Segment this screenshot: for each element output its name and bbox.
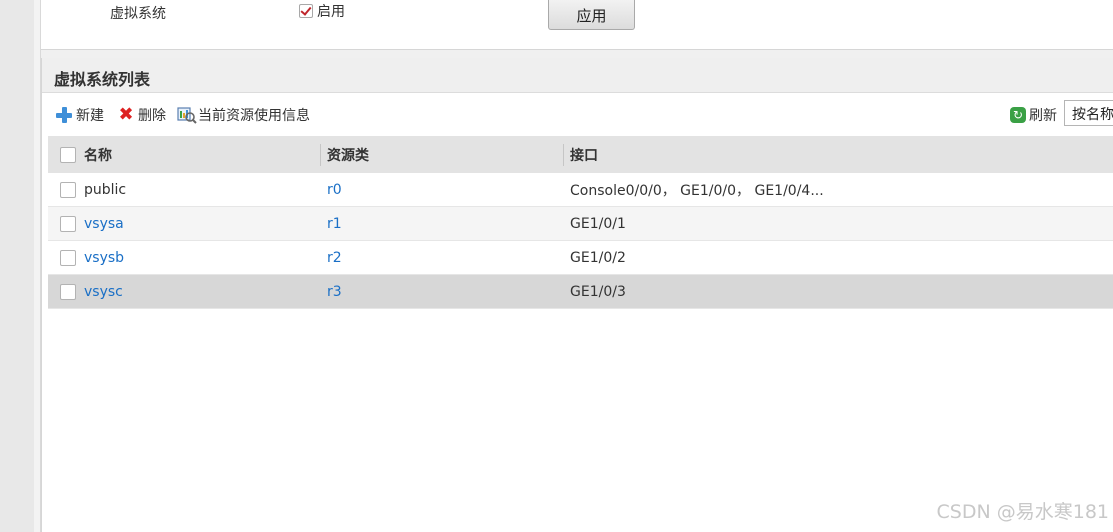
row-interface: GE1/0/3 — [570, 283, 626, 300]
row-interface: GE1/0/2 — [570, 249, 626, 266]
virtual-system-label: 虚拟系统 — [110, 6, 166, 22]
plus-icon — [55, 106, 73, 124]
row-checkbox-cell — [60, 275, 76, 308]
sort-select[interactable]: 按名称 — [1064, 100, 1113, 126]
virtual-system-table: 名称 资源类 接口 public r0 Console0/0/0， GE1/0/… — [48, 136, 1113, 309]
row-checkbox-cell — [60, 241, 76, 274]
delete-label: 删除 — [138, 108, 166, 124]
panel-gap — [41, 50, 1113, 58]
row-checkbox[interactable] — [60, 215, 76, 232]
delete-x-icon: ✖ — [118, 104, 134, 125]
row-interface: Console0/0/0， GE1/0/0， GE1/0/4... — [570, 182, 824, 199]
name-header[interactable]: 名称 — [84, 136, 112, 173]
table-row[interactable]: vsysc r3 GE1/0/3 — [48, 275, 1113, 309]
left-rail-divider — [34, 0, 41, 532]
delete-button[interactable]: ✖ 删除 — [117, 105, 166, 125]
new-button[interactable]: 新建 — [55, 105, 104, 125]
row-interface: GE1/0/1 — [570, 215, 626, 232]
table-row[interactable]: public r0 Console0/0/0， GE1/0/0， GE1/0/4… — [48, 173, 1113, 207]
resource-info-button[interactable]: 当前资源使用信息 — [177, 105, 310, 125]
table-row[interactable]: vsysb r2 GE1/0/2 — [48, 241, 1113, 275]
column-divider — [320, 144, 321, 166]
row-checkbox[interactable] — [60, 181, 76, 198]
row-name-link[interactable]: vsysb — [84, 241, 124, 274]
row-resource-class-link[interactable]: r0 — [327, 173, 342, 206]
row-checkbox-cell — [60, 207, 76, 240]
enable-checkbox[interactable] — [299, 4, 313, 18]
select-all-cell — [60, 136, 76, 173]
resource-class-header[interactable]: 资源类 — [327, 136, 369, 173]
row-checkbox-cell — [60, 173, 76, 206]
row-resource-class-link[interactable]: r3 — [327, 275, 342, 308]
panel-header: 虚拟系统列表 — [42, 58, 1113, 93]
refresh-button[interactable]: ↻ 刷新 — [1010, 105, 1057, 125]
resource-info-label: 当前资源使用信息 — [198, 108, 310, 124]
virtual-system-list-panel: 虚拟系统列表 新建 ✖ 删除 当前资源使用信息 ↻ 刷新 按名称 名称 资源类 … — [41, 58, 1113, 532]
toolbar: 新建 ✖ 删除 当前资源使用信息 ↻ 刷新 按名称 — [42, 93, 1113, 133]
row-name-link[interactable]: vsysa — [84, 207, 124, 240]
table-header: 名称 资源类 接口 — [48, 136, 1113, 173]
row-name-link[interactable]: vsysc — [84, 275, 123, 308]
new-label: 新建 — [76, 108, 104, 124]
table-row[interactable]: vsysa r1 GE1/0/1 — [48, 207, 1113, 241]
refresh-icon: ↻ — [1010, 107, 1026, 123]
enable-label: 启用 — [317, 4, 345, 20]
enable-option[interactable]: 启用 — [299, 1, 345, 21]
row-name: public — [84, 181, 127, 198]
apply-button[interactable]: 应用 — [548, 0, 635, 30]
row-checkbox[interactable] — [60, 249, 76, 266]
column-divider — [563, 144, 564, 166]
refresh-label: 刷新 — [1029, 108, 1057, 124]
panel-title: 虚拟系统列表 — [54, 70, 151, 89]
left-rail — [0, 0, 34, 532]
row-resource-class-link[interactable]: r1 — [327, 207, 342, 240]
row-checkbox[interactable] — [60, 283, 76, 300]
interface-header[interactable]: 接口 — [570, 136, 598, 173]
watermark: CSDN @易水寒181 — [936, 501, 1109, 523]
resource-monitor-icon — [177, 106, 197, 124]
row-resource-class-link[interactable]: r2 — [327, 241, 342, 274]
settings-panel: 虚拟系统 启用 应用 — [41, 0, 1113, 50]
select-all-checkbox[interactable] — [60, 146, 76, 163]
